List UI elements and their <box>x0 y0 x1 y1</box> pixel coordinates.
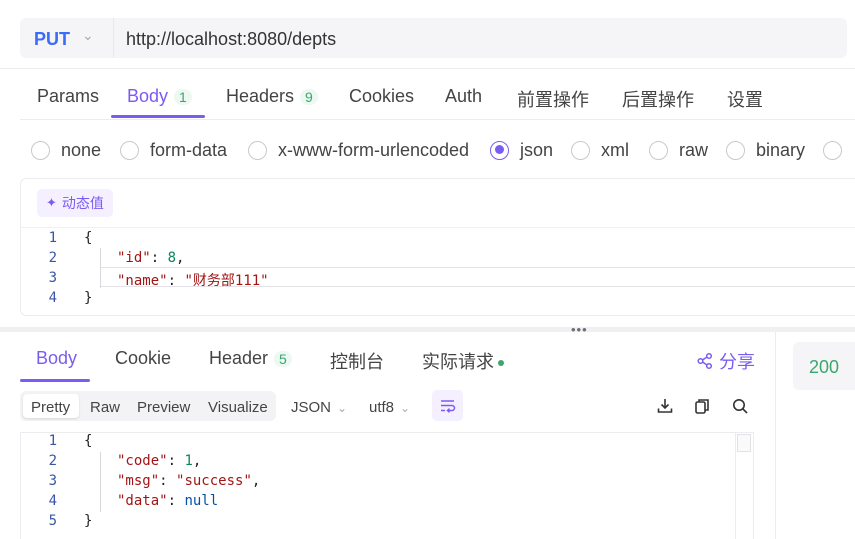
tab-headers[interactable]: Headers 9 <box>226 86 318 107</box>
radio-circle[interactable] <box>120 140 139 160</box>
url-bar: PUT ⌄ http://localhost:8080/depts <box>20 18 847 58</box>
drag-handle-icon[interactable]: ••• <box>571 322 588 337</box>
line-number: 3 <box>48 473 57 489</box>
view-mode-visualize[interactable]: Visualize <box>208 399 268 416</box>
indent-guide <box>100 452 101 512</box>
view-mode-preview[interactable]: Preview <box>137 399 190 416</box>
line-number: 5 <box>48 513 57 529</box>
active-tab-indicator <box>111 115 205 118</box>
share-label: 分享 <box>719 352 755 372</box>
view-mode-raw[interactable]: Raw <box>90 399 120 416</box>
radio-binary[interactable]: binary <box>726 139 805 161</box>
radio-x-www-form-urlencoded[interactable]: x-www-form-urlencoded <box>248 139 469 161</box>
radio-json[interactable]: json <box>490 139 553 161</box>
copy-icon[interactable] <box>693 397 711 415</box>
code-line: "code": 1, <box>117 453 202 469</box>
divider <box>21 227 855 228</box>
panel-splitter[interactable] <box>0 327 855 332</box>
dynamic-value-button[interactable]: ✦ 动态值 <box>37 189 113 217</box>
radio-form-data[interactable]: form-data <box>120 139 227 161</box>
line-number: 2 <box>48 250 57 266</box>
code-close-brace: } <box>84 513 93 529</box>
view-mode-pretty[interactable]: Pretty <box>31 399 70 416</box>
radio-none[interactable]: none <box>31 139 101 161</box>
tab-body[interactable]: Body 1 <box>127 86 192 107</box>
tab-params[interactable]: Params <box>37 86 99 107</box>
radio-circle[interactable] <box>823 140 842 160</box>
response-tab-cookie[interactable]: Cookie <box>115 348 171 369</box>
response-tab-header[interactable]: Header 5 <box>209 348 292 369</box>
radio-label: json <box>520 139 554 160</box>
tab-pre-processors[interactable]: 前置操作 <box>517 86 589 112</box>
line-number: 3 <box>48 270 57 286</box>
radio-label: xml <box>601 139 629 160</box>
chevron-down-icon: ⌄ <box>400 401 411 415</box>
line-number: 2 <box>48 453 57 469</box>
response-tab-actual-request[interactable]: 实际请求 <box>422 348 504 374</box>
code-line: "msg": "success", <box>117 473 261 489</box>
headers-count-badge: 9 <box>300 89 318 105</box>
radio-label: none <box>61 139 102 160</box>
code-line: "data": null <box>117 493 219 509</box>
encoding-select[interactable]: utf8 ⌄ <box>369 399 410 416</box>
tab-settings[interactable]: 设置 <box>727 86 763 112</box>
radio-circle[interactable] <box>248 140 267 160</box>
method-select[interactable]: PUT <box>34 29 70 50</box>
share-button[interactable]: 分享 <box>696 348 755 374</box>
radio-label: x-www-form-urlencoded <box>278 139 470 160</box>
search-icon[interactable] <box>731 397 749 415</box>
indent-guide <box>100 248 101 288</box>
response-tab-console[interactable]: 控制台 <box>330 348 384 374</box>
code-close-brace: } <box>84 290 93 306</box>
code-line: "name": "财务部111" <box>117 273 269 289</box>
tab-cookies[interactable]: Cookies <box>349 86 414 107</box>
scrollbar-thumb[interactable] <box>737 434 751 452</box>
radio-raw[interactable]: raw <box>649 139 708 161</box>
radio-xml[interactable]: xml <box>571 139 629 161</box>
request-body-editor[interactable] <box>20 178 855 316</box>
code-open-brace: { <box>84 433 93 449</box>
radio-label: raw <box>679 139 709 160</box>
download-icon[interactable] <box>656 397 674 415</box>
active-tab-indicator <box>20 379 90 382</box>
radio-circle[interactable] <box>571 140 590 160</box>
radio-label: binary <box>756 139 806 160</box>
radio-label: form-data <box>150 139 228 160</box>
radio-circle[interactable] <box>31 140 50 160</box>
radio-circle[interactable] <box>726 140 745 160</box>
tab-auth[interactable]: Auth <box>445 86 482 107</box>
format-select[interactable]: JSON ⌄ <box>291 399 347 416</box>
word-wrap-button[interactable] <box>432 390 463 421</box>
wrap-lines-icon <box>441 400 456 413</box>
chevron-down-icon: ⌄ <box>337 401 348 415</box>
code-open-brace: { <box>84 230 93 246</box>
divider <box>20 119 855 120</box>
response-tab-body[interactable]: Body <box>36 348 77 369</box>
radio-more[interactable] <box>823 139 853 161</box>
divider <box>0 68 855 69</box>
dynamic-value-label: 动态值 <box>61 195 104 211</box>
tab-post-processors[interactable]: 后置操作 <box>622 86 694 112</box>
line-number: 4 <box>48 290 57 306</box>
body-count-badge: 1 <box>174 89 192 105</box>
radio-circle[interactable] <box>649 140 668 160</box>
line-number: 1 <box>48 433 57 449</box>
status-code: 200 <box>809 357 840 377</box>
line-number: 4 <box>48 493 57 509</box>
line-number: 1 <box>48 230 57 246</box>
radio-circle[interactable] <box>490 140 509 160</box>
share-icon <box>697 352 713 370</box>
url-input[interactable]: http://localhost:8080/depts <box>126 29 336 50</box>
url-divider <box>113 18 114 58</box>
code-line: "id": 8, <box>117 250 185 266</box>
chevron-down-icon[interactable]: ⌄ <box>82 27 94 44</box>
magic-wand-icon: ✦ <box>46 195 57 210</box>
status-dot <box>498 360 504 367</box>
header-count-badge: 5 <box>274 351 292 367</box>
